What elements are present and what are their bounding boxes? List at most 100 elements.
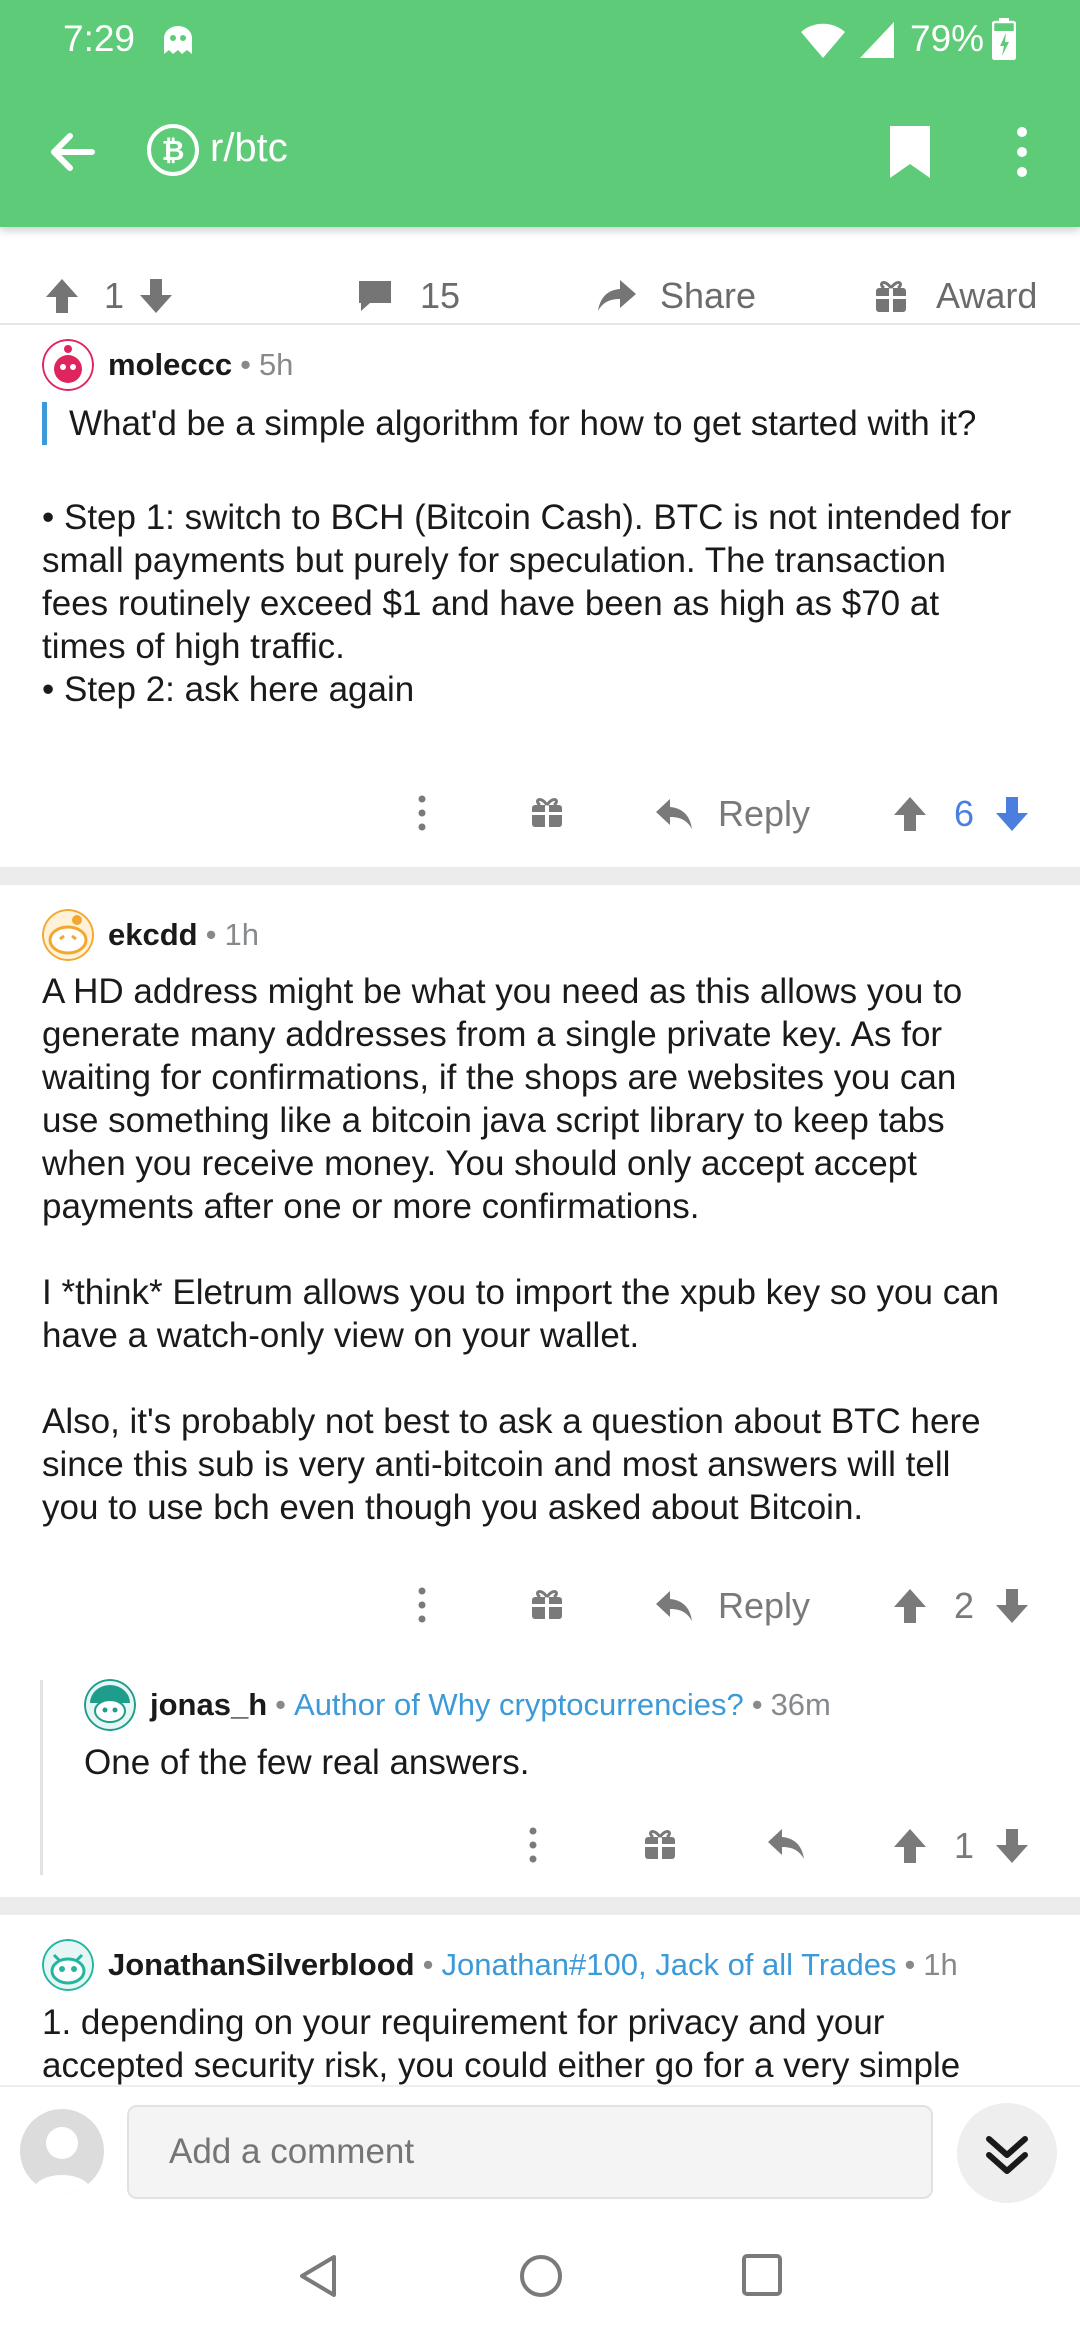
- add-comment-input[interactable]: [127, 2105, 933, 2199]
- avatar[interactable]: [42, 909, 94, 961]
- reply-icon: [656, 1591, 692, 1621]
- comment-line: waiting for confirmations, if the shops …: [42, 1058, 957, 1097]
- nav-recents-icon[interactable]: [741, 2253, 783, 2297]
- comment-username[interactable]: jonas_h: [150, 1687, 267, 1723]
- more-vertical-icon: [529, 1827, 537, 1863]
- app-bar: ₿ r/btc: [0, 100, 1080, 210]
- comment-award-button[interactable]: [530, 1587, 564, 1621]
- comment-time: 1h: [923, 1947, 958, 1982]
- comment-line: small payments but purely for speculatio…: [42, 541, 946, 580]
- avatar[interactable]: [42, 339, 94, 391]
- comment-more-button[interactable]: [410, 1585, 434, 1625]
- comment-divider: [0, 1897, 1080, 1915]
- user-flair: Jonathan#100, Jack of all Trades: [441, 1947, 897, 1982]
- upvote-icon[interactable]: [44, 277, 80, 315]
- separator-dot: •: [422, 1947, 434, 1982]
- user-avatar[interactable]: [20, 2109, 104, 2193]
- share-button[interactable]: Share: [596, 275, 756, 317]
- separator-dot: •: [904, 1947, 916, 1982]
- reply-button[interactable]: Reply: [654, 1585, 810, 1627]
- downvote-icon[interactable]: [138, 277, 174, 315]
- cell-signal-icon: [860, 22, 894, 58]
- reply-button[interactable]: [766, 1827, 806, 1861]
- comment-username[interactable]: JonathanSilverblood: [108, 1947, 415, 1983]
- bookmark-icon[interactable]: [886, 124, 934, 180]
- comment-line: use something like a bitcoin java script…: [42, 1101, 945, 1140]
- comment-header: JonathanSilverblood • Jonathan#100, Jack…: [42, 1939, 958, 1991]
- comments-count-button[interactable]: 15: [356, 275, 460, 317]
- app-header: 7:29 79% ₿ r/btc: [0, 0, 1080, 227]
- upvote-icon[interactable]: [892, 1587, 928, 1625]
- comment-header: jonas_h • Author of Why cryptocurrencies…: [84, 1679, 831, 1731]
- comment-actions: Reply 6: [0, 783, 1080, 843]
- comment-header: ekcdd • 1h: [42, 909, 259, 961]
- comment-line: accepted security risk, you could either…: [42, 2046, 961, 2085]
- comment-line: • Step 2: ask here again: [42, 670, 415, 709]
- downvote-icon[interactable]: [994, 1827, 1030, 1865]
- comment-vote-group: 1: [892, 1825, 1030, 1867]
- comment-username[interactable]: moleccc: [108, 347, 232, 383]
- comment-line: since this sub is very anti-bitcoin and …: [42, 1445, 951, 1484]
- comment-compose-bar: [0, 2085, 1080, 2215]
- comment-line: fees routinely exceed $1 and have been a…: [42, 584, 940, 623]
- jump-to-next-comment-button[interactable]: [957, 2103, 1057, 2203]
- comment-actions: 1: [0, 1815, 1080, 1875]
- post-action-bar: 1 15 Share Award: [0, 255, 1080, 325]
- user-flair: Author of Why cryptocurrencies?: [294, 1687, 744, 1722]
- more-options-icon[interactable]: [1004, 122, 1040, 182]
- reply-icon: [768, 1829, 804, 1859]
- status-bar: 7:29 79%: [0, 0, 1080, 80]
- comment-time: 1h: [224, 917, 259, 952]
- comment-line: 1. depending on your requirement for pri…: [42, 2003, 885, 2042]
- comment-award-button[interactable]: [530, 795, 564, 829]
- downvote-icon[interactable]: [994, 1587, 1030, 1625]
- svg-text:₿: ₿: [162, 134, 185, 167]
- comment-more-button[interactable]: [410, 793, 434, 833]
- downvote-icon[interactable]: [994, 795, 1030, 833]
- comment-line: I *think* Eletrum allows you to import t…: [42, 1273, 1000, 1312]
- post-vote-group: 1: [44, 275, 174, 317]
- gift-icon: [645, 1830, 675, 1859]
- back-arrow-icon[interactable]: [44, 124, 100, 180]
- subreddit-name[interactable]: r/btc: [210, 126, 288, 171]
- separator-dot: •: [240, 347, 251, 382]
- gift-icon: [532, 798, 562, 827]
- comment-icon: [359, 281, 391, 311]
- comment-line: • Step 1: switch to BCH (Bitcoin Cash). …: [42, 498, 1012, 537]
- status-time: 7:29: [63, 18, 136, 59]
- share-icon: [598, 280, 636, 311]
- comment-score: 2: [954, 1585, 975, 1626]
- nav-home-icon[interactable]: [518, 2253, 564, 2299]
- comment-time: 36m: [770, 1687, 831, 1722]
- comment-more-button[interactable]: [521, 1825, 545, 1865]
- award-button[interactable]: Award: [874, 275, 1037, 317]
- battery-charging-icon: [992, 18, 1016, 60]
- nav-back-icon[interactable]: [296, 2253, 340, 2299]
- comment-line: generate many addresses from a single pr…: [42, 1015, 943, 1054]
- reply-icon: [656, 799, 692, 829]
- comments-count: 15: [420, 275, 461, 316]
- comment-username[interactable]: ekcdd: [108, 917, 198, 953]
- comment-line: you to use bch even though you asked abo…: [42, 1488, 864, 1527]
- upvote-icon[interactable]: [892, 795, 928, 833]
- comment-body: A HD address might be what you need as t…: [42, 970, 1072, 1529]
- comment-line: have a watch-only view on your wallet.: [42, 1316, 640, 1355]
- reply-button[interactable]: Reply: [654, 793, 810, 835]
- comment-actions: Reply 2: [0, 1575, 1080, 1635]
- share-label: Share: [660, 275, 757, 316]
- comment-score: 1: [954, 1825, 975, 1866]
- upvote-icon[interactable]: [892, 1827, 928, 1865]
- bitcoin-subreddit-icon[interactable]: ₿: [146, 123, 200, 177]
- avatar[interactable]: [84, 1679, 136, 1731]
- comment-line: times of high traffic.: [42, 627, 345, 666]
- more-vertical-icon: [418, 795, 426, 831]
- system-nav-bar: [0, 2215, 1080, 2340]
- separator-dot: •: [751, 1687, 763, 1722]
- avatar[interactable]: [42, 1939, 94, 1991]
- comment-body: • Step 1: switch to BCH (Bitcoin Cash). …: [42, 496, 1062, 711]
- post-score: 1: [104, 275, 125, 316]
- comment-award-button[interactable]: [643, 1827, 677, 1861]
- separator-dot: •: [205, 917, 217, 952]
